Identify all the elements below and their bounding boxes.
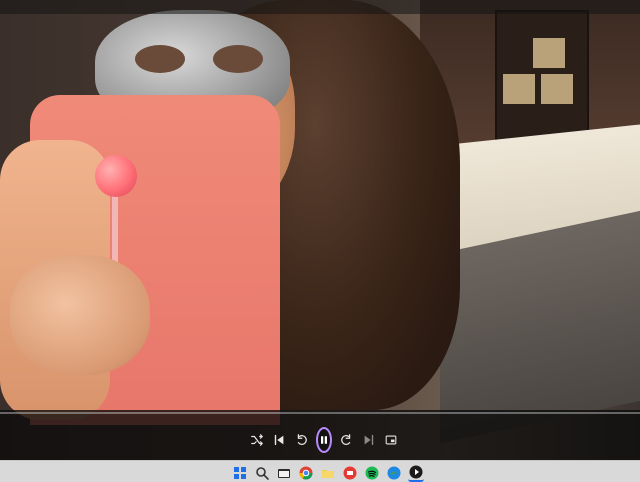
media-player-controls <box>0 410 640 460</box>
spotify-icon[interactable] <box>364 465 380 481</box>
search-icon[interactable] <box>254 465 270 481</box>
app-icon[interactable] <box>342 465 358 481</box>
shuffle-icon[interactable] <box>250 432 264 448</box>
rewind-10-icon[interactable] <box>294 432 308 448</box>
file-explorer-icon[interactable] <box>276 465 292 481</box>
taskbar-icons <box>232 464 424 482</box>
miniplayer-icon[interactable] <box>384 432 398 448</box>
forward-30-icon[interactable] <box>340 432 354 448</box>
pause-icon[interactable] <box>316 427 332 453</box>
window-top-bar <box>0 0 640 14</box>
video-frame[interactable] <box>0 0 640 460</box>
folder-icon[interactable] <box>320 465 336 481</box>
next-icon[interactable] <box>362 432 376 448</box>
lollipop-stick <box>112 190 118 270</box>
person-hand <box>10 255 150 375</box>
playback-controls <box>250 427 397 453</box>
lollipop <box>95 155 137 197</box>
windows-start-icon[interactable] <box>232 465 248 481</box>
windows-taskbar <box>0 460 640 482</box>
previous-icon[interactable] <box>272 432 286 448</box>
desktop-screen <box>0 0 640 482</box>
media-player-icon[interactable] <box>408 464 424 482</box>
seek-bar[interactable] <box>0 412 640 414</box>
edge-icon[interactable] <box>386 465 402 481</box>
chrome-icon[interactable] <box>298 465 314 481</box>
